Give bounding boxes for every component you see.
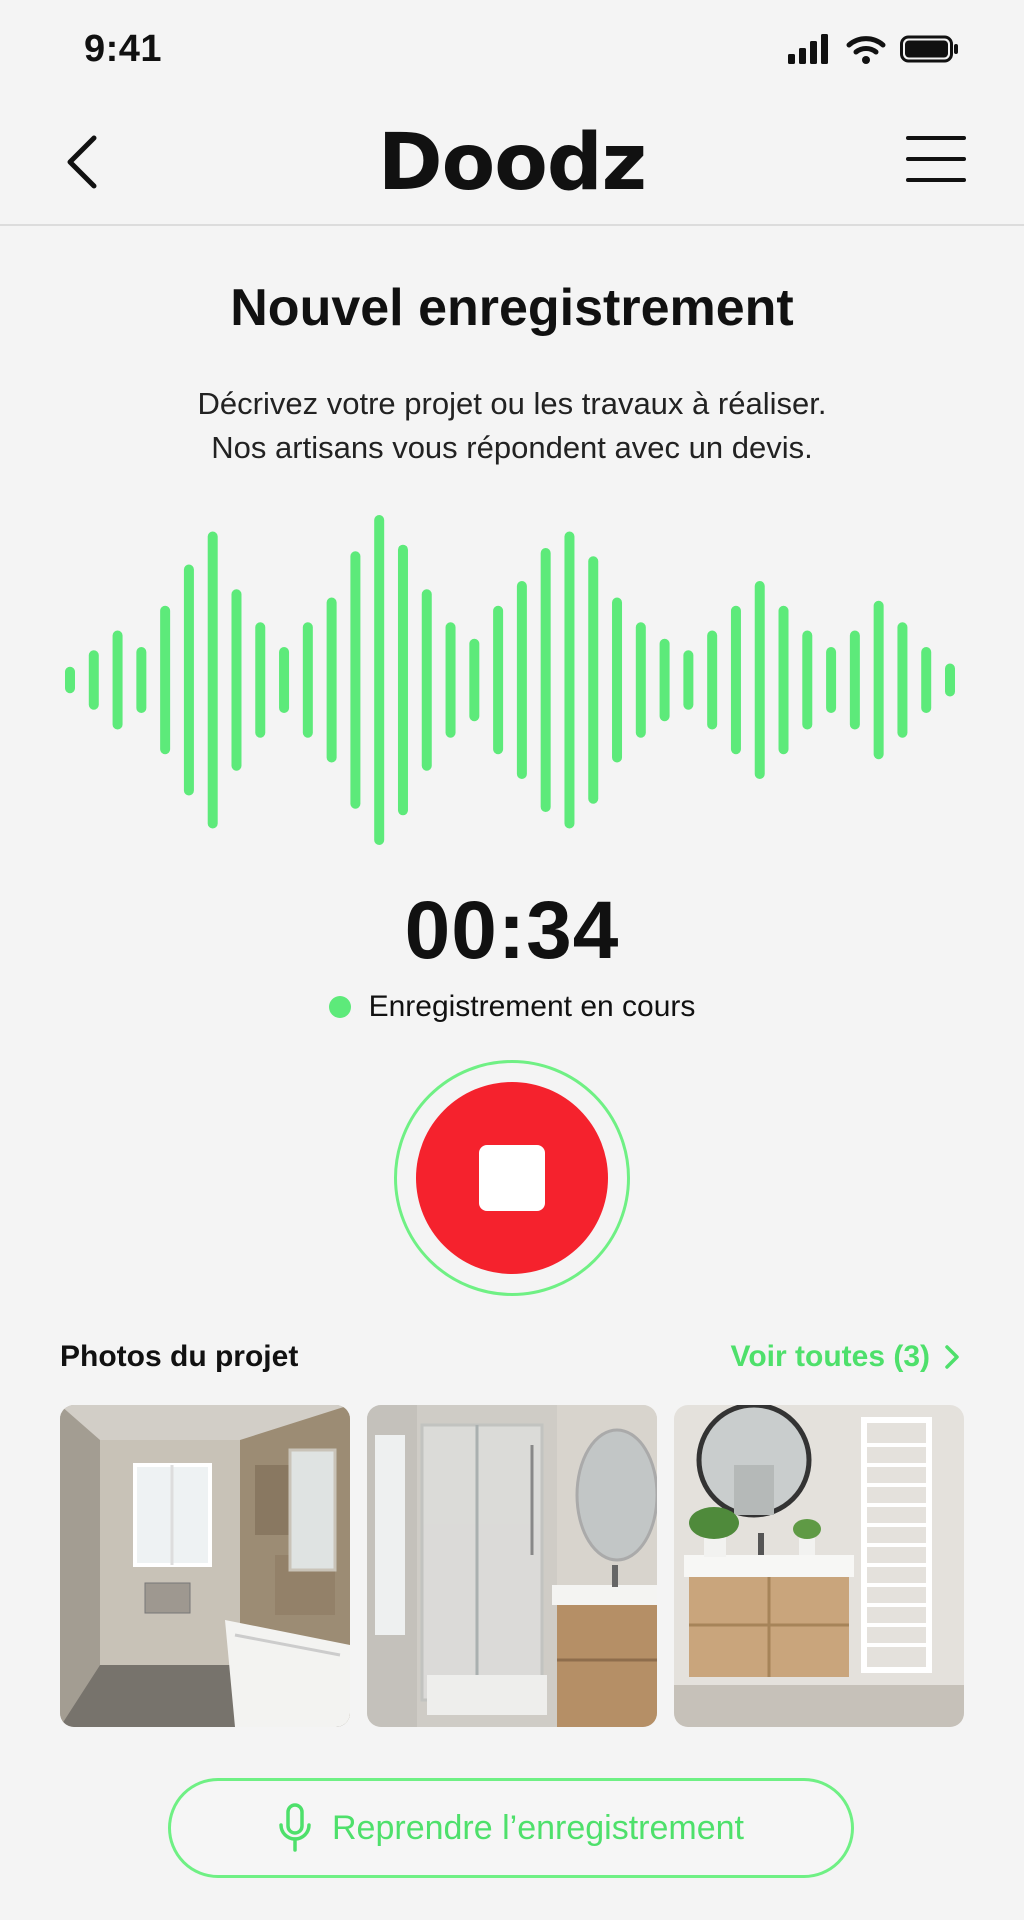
waveform-bar [112, 630, 123, 730]
stop-recording-button[interactable] [394, 1060, 630, 1296]
waveform-bar [778, 605, 789, 755]
project-photo-2[interactable] [367, 1405, 657, 1727]
waveform-bar [136, 647, 147, 713]
wifi-icon [846, 36, 886, 64]
waveform-bar [540, 548, 551, 812]
microphone-icon [279, 1803, 311, 1852]
brand-logo: Doodz [377, 118, 647, 208]
photo-bathroom-before [60, 1405, 350, 1727]
waveform-bar [374, 515, 385, 845]
subtitle-line-1: Décrivez votre projet ou les travaux à r… [197, 386, 827, 421]
waveform-bar [683, 650, 694, 710]
waveform-bar [873, 600, 884, 760]
waveform-bar [921, 647, 932, 713]
status-bar: 9:41 [0, 0, 1024, 100]
menu-button[interactable] [906, 136, 966, 188]
menu-line [906, 157, 966, 161]
recording-status: Enregistrement en cours [0, 990, 1024, 1024]
resume-recording-label: Reprendre l’enregistrement [332, 1808, 744, 1847]
waveform-bar [421, 589, 432, 771]
battery-icon [900, 35, 958, 63]
status-icons [788, 34, 960, 64]
app-header: Doodz [0, 100, 1024, 226]
menu-line [906, 178, 966, 182]
stop-icon [479, 1145, 545, 1211]
waveform-bar [588, 556, 599, 804]
waveform-bar [635, 622, 646, 738]
waveform-bar [445, 622, 456, 738]
page-subtitle: Décrivez votre projet ou les travaux à r… [0, 382, 1024, 470]
waveform-bar [255, 622, 266, 738]
waveform-bar [849, 630, 860, 730]
waveform-bar [207, 531, 218, 829]
project-photo-1[interactable] [60, 1405, 350, 1727]
waveform-bar [945, 663, 955, 697]
see-all-photos-link[interactable]: Voir toutes (3) [731, 1340, 960, 1374]
project-photo-3[interactable] [674, 1405, 964, 1727]
waveform-bar [516, 581, 527, 779]
page-title: Nouvel enregistrement [230, 279, 794, 337]
waveform-bar [659, 638, 670, 722]
waveform-bar [279, 647, 290, 713]
waveform-bar [65, 666, 75, 694]
waveform-bar [160, 605, 171, 755]
waveform-bar [183, 564, 194, 796]
recording-indicator-dot [328, 996, 351, 1018]
waveform-bar [730, 605, 741, 755]
waveform-bar [493, 605, 504, 755]
waveform-bar [326, 597, 337, 763]
waveform-bar [826, 647, 837, 713]
waveform-bar [350, 551, 361, 809]
menu-line [906, 136, 966, 140]
photos-section-title: Photos du projet [60, 1340, 299, 1373]
signal-icon [788, 34, 828, 64]
recording-timer: 00:34 [404, 885, 620, 976]
waveform-bar [231, 589, 242, 771]
waveform-bar [802, 630, 813, 730]
waveform-bar [564, 531, 575, 829]
waveform-bar [754, 581, 765, 779]
waveform-bar [707, 630, 718, 730]
waveform-bar [302, 622, 313, 738]
resume-recording-button[interactable]: Reprendre l’enregistrement [168, 1778, 854, 1878]
waveform-bar [397, 544, 408, 816]
subtitle-line-2: Nos artisans vous répondent avec un devi… [211, 430, 813, 465]
chevron-right-icon [945, 1345, 959, 1369]
waveform-bar [612, 597, 623, 763]
recording-status-label: Enregistrement en cours [368, 990, 696, 1023]
see-all-photos-label: Voir toutes (3) [730, 1340, 930, 1373]
waveform-bar [469, 638, 480, 722]
waveform-bar [897, 622, 908, 738]
status-time: 9:41 [84, 28, 163, 70]
photo-bathroom-after [674, 1405, 964, 1727]
photo-glass-shower [367, 1405, 657, 1727]
waveform-bar [88, 650, 99, 710]
stop-button-circle [416, 1082, 608, 1274]
audio-waveform [65, 515, 955, 845]
